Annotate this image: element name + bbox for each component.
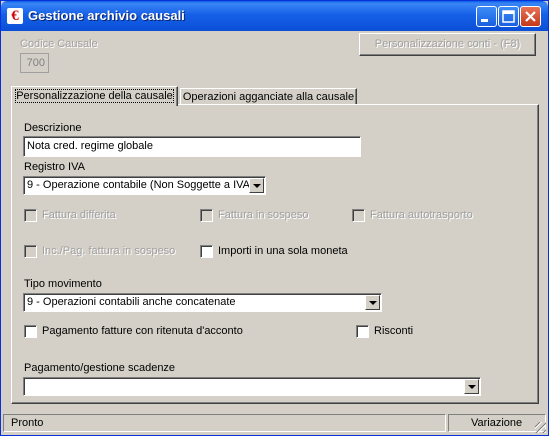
risconti-label: Risconti — [374, 325, 414, 337]
descrizione-value: Nota cred. regime globale — [27, 140, 153, 152]
chevron-down-icon — [253, 184, 261, 188]
fattura-differita-label: Fattura differita — [42, 209, 116, 221]
pagamento-scadenze-dropdown-button[interactable] — [464, 379, 479, 394]
pagamento-scadenze-select[interactable] — [23, 377, 481, 396]
tipo-movimento-dropdown-button[interactable] — [365, 295, 380, 310]
registro-iva-label: Registro IVA — [24, 161, 85, 173]
registro-iva-value: 9 - Operazione contabile (Non Soggette a… — [27, 179, 254, 191]
fattura-sospeso-checkbox — [200, 209, 213, 222]
fattura-autotrasporto-label: Fattura autotrasporto — [370, 209, 473, 221]
registro-iva-dropdown-button[interactable] — [249, 178, 264, 193]
fattura-sospeso-label: Fattura in sospeso — [218, 209, 309, 221]
pagamento-ritenuta-label: Pagamento fatture con ritenuta d'acconto — [42, 325, 243, 337]
tipo-movimento-label: Tipo movimento — [24, 278, 102, 290]
descrizione-label: Descrizione — [24, 122, 82, 134]
inc-pag-sospeso-label: Inc./Pag. fattura in sospeso — [42, 245, 176, 257]
importi-moneta-label: Importi in una sola moneta — [218, 245, 348, 257]
descrizione-input[interactable]: Nota cred. regime globale — [23, 136, 361, 157]
registro-iva-select[interactable]: 9 - Operazione contabile (Non Soggette a… — [23, 176, 266, 195]
tipo-movimento-select[interactable]: 9 - Operazioni contabili anche concatena… — [23, 293, 382, 312]
tipo-movimento-value: 9 - Operazioni contabili anche concatena… — [27, 296, 236, 308]
importi-moneta-checkbox[interactable] — [200, 245, 213, 258]
fattura-differita-checkbox — [24, 209, 37, 222]
chevron-down-icon — [468, 385, 476, 389]
fattura-autotrasporto-checkbox — [352, 209, 365, 222]
pagamento-ritenuta-checkbox[interactable] — [24, 325, 37, 338]
inc-pag-sospeso-checkbox — [24, 245, 37, 258]
chevron-down-icon — [369, 301, 377, 305]
risconti-checkbox[interactable] — [356, 325, 369, 338]
pagamento-scadenze-label: Pagamento/gestione scadenze — [24, 362, 176, 374]
main-window: € Gestione archivio causali Codice Causa… — [0, 0, 549, 436]
